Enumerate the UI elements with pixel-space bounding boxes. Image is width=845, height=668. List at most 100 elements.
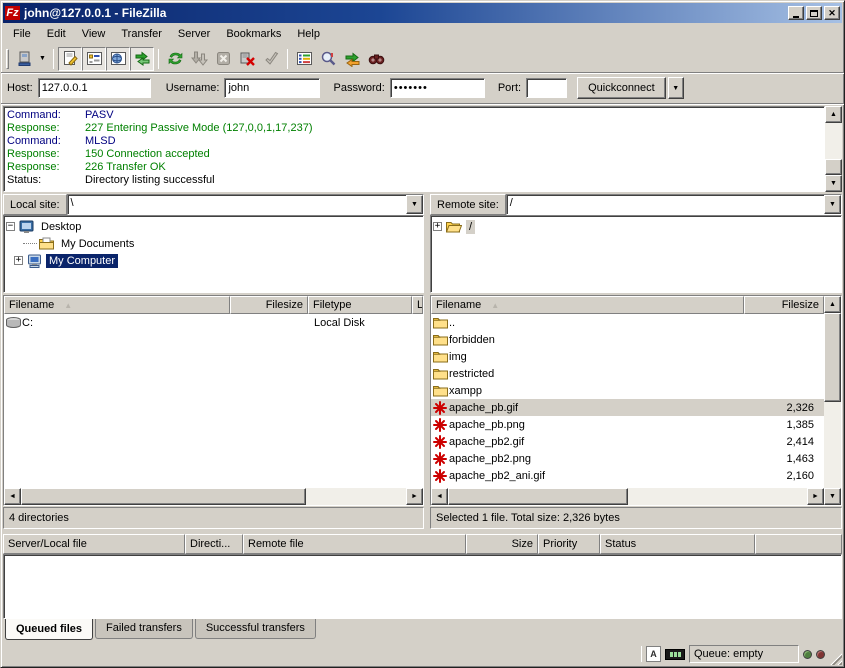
queue-col-server-local-file[interactable]: Server/Local file [3, 534, 185, 554]
queue-body[interactable] [3, 554, 842, 619]
toolbar-grip[interactable] [6, 49, 9, 69]
remote-row-file[interactable]: apache_pb2_ani.gif 2,160 [431, 467, 824, 484]
host-input[interactable] [38, 78, 151, 98]
queue-col-remote-file[interactable]: Remote file [243, 534, 466, 554]
scroll-track[interactable] [628, 488, 807, 505]
site-manager-button[interactable] [12, 47, 36, 71]
expand-box[interactable]: + [14, 256, 23, 265]
close-button[interactable]: ✕ [824, 6, 840, 20]
filter-button[interactable] [292, 47, 316, 71]
local-col-filename[interactable]: Filename▲ [4, 296, 230, 314]
process-queue-button[interactable] [187, 47, 211, 71]
toggle-remote-tree-button[interactable] [106, 47, 130, 71]
scroll-up-button[interactable]: ▲ [825, 106, 842, 123]
remote-site-combo[interactable]: / ▼ [506, 194, 842, 215]
menu-view[interactable]: View [74, 25, 114, 43]
menu-bookmarks[interactable]: Bookmarks [218, 25, 289, 43]
local-site-combo[interactable]: \ ▼ [67, 194, 424, 215]
tree-item-label[interactable]: Desktop [38, 220, 84, 234]
maximize-button[interactable] [806, 6, 822, 20]
local-horizontal-scrollbar[interactable]: ◄ ► [4, 488, 423, 505]
minimize-button[interactable] [788, 6, 804, 20]
local-col-filetype[interactable]: Filetype [308, 296, 412, 314]
scroll-track[interactable] [306, 488, 406, 505]
title-bar[interactable]: Fz john@127.0.0.1 - FileZilla ✕ [3, 3, 842, 23]
remote-row-folder[interactable]: img [431, 348, 824, 365]
remote-row-file[interactable]: apache_pb2.png 1,463 [431, 450, 824, 467]
port-input[interactable] [526, 78, 567, 98]
queue-col-priority[interactable]: Priority [538, 534, 600, 554]
tree-item-root[interactable]: + / [433, 218, 841, 235]
menu-help[interactable]: Help [289, 25, 328, 43]
remote-list-body[interactable]: .. forbidden img res [431, 314, 824, 488]
disconnect-button[interactable] [235, 47, 259, 71]
refresh-button[interactable] [163, 47, 187, 71]
queue-col-size[interactable]: Size [466, 534, 538, 554]
remote-col-filename[interactable]: Filename▲ [431, 296, 744, 314]
synchronized-browsing-button[interactable] [340, 47, 364, 71]
collapse-box[interactable]: − [6, 222, 15, 231]
tab-failed-transfers[interactable]: Failed transfers [95, 619, 193, 639]
remote-site-value[interactable]: / [507, 195, 824, 214]
username-input[interactable] [224, 78, 320, 98]
local-col-filesize[interactable]: Filesize [230, 296, 308, 314]
remote-row-file-selected[interactable]: apache_pb.gif 2,326 [431, 399, 824, 416]
directory-comparison-button[interactable] [316, 47, 340, 71]
find-files-button[interactable] [364, 47, 388, 71]
scroll-down-button[interactable]: ▼ [824, 488, 841, 505]
local-list-body[interactable]: C: Local Disk [4, 314, 423, 488]
tree-item-label[interactable]: My Documents [58, 237, 137, 251]
scroll-track[interactable] [825, 123, 842, 159]
quickconnect-button[interactable]: Quickconnect [577, 77, 666, 99]
scroll-track[interactable] [824, 402, 841, 489]
scroll-thumb[interactable] [825, 159, 842, 175]
message-log-text[interactable]: Command:PASV Response:227 Entering Passi… [3, 106, 825, 192]
remote-row-parent-dir[interactable]: .. [431, 314, 824, 331]
scroll-thumb[interactable] [21, 488, 306, 505]
menu-file[interactable]: File [5, 25, 39, 43]
tree-item-my-documents[interactable]: My Documents [6, 235, 423, 252]
scroll-thumb[interactable] [824, 313, 841, 402]
tree-item-desktop[interactable]: − Desktop [6, 218, 423, 235]
local-row-c-drive[interactable]: C: Local Disk [4, 314, 423, 331]
scroll-left-button[interactable]: ◄ [431, 488, 448, 505]
scroll-up-button[interactable]: ▲ [824, 296, 841, 313]
quickconnect-dropdown[interactable]: ▼ [668, 77, 684, 99]
reconnect-button[interactable] [259, 47, 283, 71]
scroll-down-button[interactable]: ▼ [825, 175, 842, 192]
toggle-local-tree-button[interactable] [82, 47, 106, 71]
menu-edit[interactable]: Edit [39, 25, 74, 43]
remote-row-folder[interactable]: xampp [431, 382, 824, 399]
tree-item-label-selected[interactable]: / [466, 220, 475, 234]
tab-queued-files[interactable]: Queued files [5, 619, 93, 640]
log-vertical-scrollbar[interactable]: ▲ ▼ [825, 106, 842, 192]
password-input[interactable] [390, 78, 485, 98]
toggle-message-log-button[interactable] [58, 47, 82, 71]
resize-grip[interactable] [829, 652, 842, 665]
cancel-button[interactable] [211, 47, 235, 71]
remote-vertical-scrollbar[interactable]: ▲ ▼ [824, 296, 841, 505]
remote-site-dropdown[interactable]: ▼ [824, 195, 841, 214]
queue-col-direction[interactable]: Directi... [185, 534, 243, 554]
menu-transfer[interactable]: Transfer [113, 25, 170, 43]
scroll-left-button[interactable]: ◄ [4, 488, 21, 505]
local-site-value[interactable]: \ [68, 195, 406, 214]
remote-row-folder[interactable]: forbidden [431, 331, 824, 348]
toggle-transfer-queue-button[interactable] [130, 47, 154, 71]
expand-box[interactable]: + [433, 222, 442, 231]
remote-row-file[interactable]: apache_pb.png 1,385 [431, 416, 824, 433]
tree-item-label-selected[interactable]: My Computer [46, 254, 118, 268]
remote-row-folder[interactable]: restricted [431, 365, 824, 382]
remote-horizontal-scrollbar[interactable]: ◄ ► [431, 488, 824, 505]
remote-row-file[interactable]: apache_pb2.gif 2,414 [431, 433, 824, 450]
site-manager-dropdown[interactable]: ▼ [36, 48, 49, 70]
local-site-dropdown[interactable]: ▼ [406, 195, 423, 214]
scroll-right-button[interactable]: ► [406, 488, 423, 505]
scroll-right-button[interactable]: ► [807, 488, 824, 505]
tree-item-my-computer[interactable]: + My Computer [6, 252, 423, 269]
local-col-lastmodified[interactable]: L [412, 296, 423, 314]
tab-successful-transfers[interactable]: Successful transfers [195, 619, 316, 639]
remote-col-filesize[interactable]: Filesize [744, 296, 824, 314]
queue-col-status[interactable]: Status [600, 534, 755, 554]
menu-server[interactable]: Server [170, 25, 218, 43]
